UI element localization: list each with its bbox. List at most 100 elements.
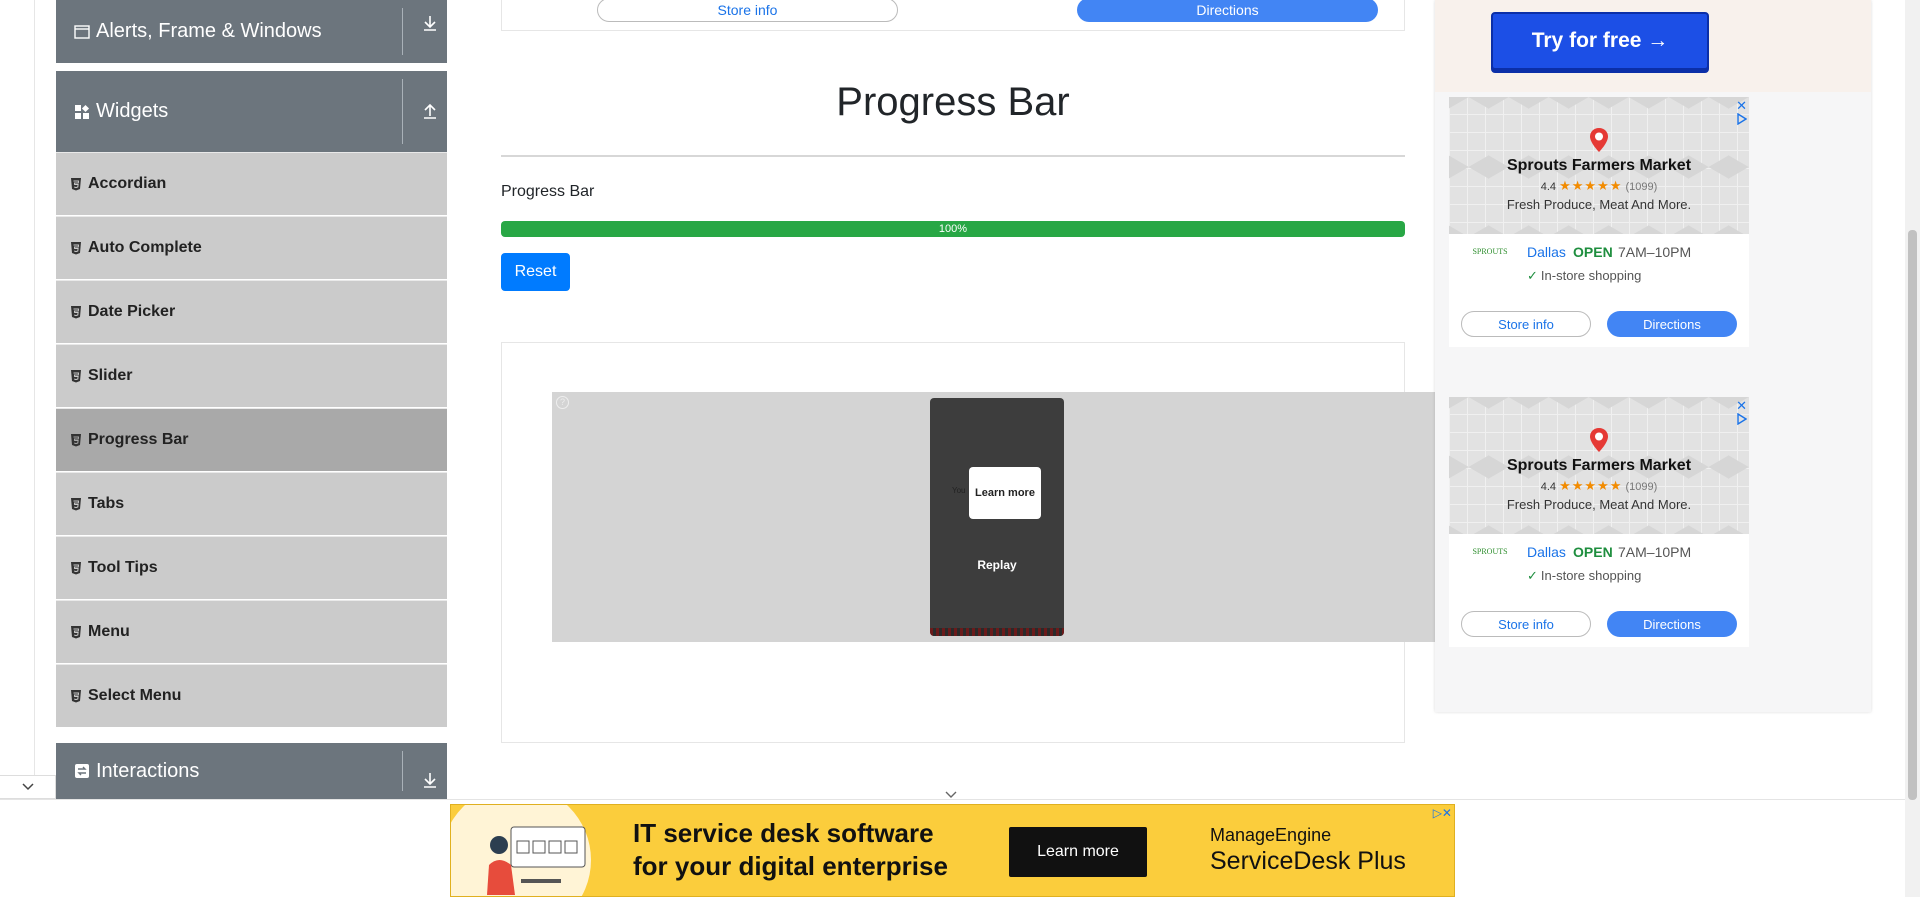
download-icon[interactable] — [421, 771, 439, 789]
star-rating-icon: ★★★★★ — [1559, 178, 1623, 193]
adchoices-icon[interactable] — [1737, 413, 1747, 425]
sidebar-item-label: Auto Complete — [88, 239, 202, 256]
sidebar-item-label: Menu — [88, 623, 130, 640]
html5-icon — [71, 242, 81, 255]
group-separator — [402, 8, 403, 55]
rating-value: 4.4 — [1540, 181, 1557, 193]
html5-icon — [71, 690, 81, 703]
interactions-icon — [74, 763, 90, 779]
sidebar-item-date-picker[interactable]: Date Picker — [56, 280, 447, 344]
store-tagline: Fresh Produce, Meat And More. — [1506, 497, 1692, 512]
right-ad-column: Try for free → ✕ Sprouts Farmers Market … — [1435, 0, 1871, 712]
sidebar-item-label: Progress Bar — [88, 431, 189, 448]
html5-icon — [71, 178, 81, 191]
store-logo: SPROUTS — [1472, 547, 1508, 556]
video-progress-strip — [930, 628, 1064, 636]
html5-icon — [71, 626, 81, 639]
html5-icon — [71, 434, 81, 447]
close-ad-icon[interactable]: ✕ — [1736, 398, 1747, 414]
chevron-down-icon — [21, 783, 34, 791]
bottom-banner-ad[interactable]: IT service desk software for your digital… — [450, 804, 1455, 897]
page-title: Progress Bar — [836, 80, 1070, 124]
title-divider — [501, 155, 1405, 157]
scrollbar-thumb[interactable] — [1908, 230, 1917, 800]
learn-more-button[interactable]: Learn more — [969, 467, 1041, 519]
group-label: Alerts, Frame & Windows — [96, 20, 322, 42]
video-caption: You — [952, 486, 966, 495]
store-info-button[interactable]: Store info — [1461, 611, 1591, 637]
adchoices-icon[interactable] — [1737, 113, 1747, 125]
store-info-button[interactable]: Store info — [1461, 311, 1591, 337]
store-status: OPEN — [1573, 544, 1613, 560]
group-alerts-frame-windows[interactable]: Alerts, Frame & Windows — [56, 0, 447, 63]
feature-label: In-store shopping — [1540, 568, 1642, 583]
rating-row: 4.4 ★★★★★ (1099) — [1449, 478, 1749, 494]
map-pin-icon — [1590, 128, 1608, 152]
store-hours: 7AM–10PM — [1618, 244, 1692, 260]
check-icon: ✓ — [1527, 268, 1538, 283]
collapse-ad-button[interactable] — [0, 775, 56, 799]
banner-brand: ManageEngine — [1210, 825, 1332, 845]
html5-icon — [71, 306, 81, 319]
rating-count: (1099) — [1625, 481, 1658, 493]
store-card[interactable]: ✕ Sprouts Farmers Market 4.4 ★★★★★ (1099… — [1449, 97, 1749, 347]
sidebar-item-tool-tips[interactable]: Tool Tips — [56, 536, 447, 600]
widgets-items: Accordian Auto Complete Date Picker Slid… — [56, 152, 447, 728]
page: Alerts, Frame & Windows Widgets Accordia… — [0, 0, 1920, 897]
sidebar-item-menu[interactable]: Menu — [56, 600, 447, 664]
check-icon: ✓ — [1527, 568, 1538, 583]
feature-label: In-store shopping — [1540, 268, 1642, 283]
directions-button[interactable]: Directions — [1607, 611, 1737, 637]
helpdesk-illustration-icon — [487, 826, 586, 895]
store-name: Sprouts Farmers Market — [1506, 457, 1692, 474]
html5-icon — [71, 370, 81, 383]
video-ad: ? You Learn more Replay — [552, 392, 1435, 642]
sidebar-item-label: Date Picker — [88, 303, 176, 320]
info-icon[interactable]: ? — [556, 396, 569, 409]
sidebar-item-select-menu[interactable]: Select Menu — [56, 664, 447, 728]
rating-row: 4.4 ★★★★★ (1099) — [1449, 178, 1749, 194]
store-card[interactable]: ✕ Sprouts Farmers Market 4.4 ★★★★★ (1099… — [1449, 397, 1749, 647]
reset-button[interactable]: Reset — [501, 253, 570, 291]
page-scrollbar[interactable] — [1905, 0, 1920, 897]
progress-bar-fill: 100% — [501, 221, 1405, 237]
download-icon[interactable] — [421, 14, 439, 32]
banner-product: ServiceDesk Plus — [1210, 847, 1406, 875]
store-status: OPEN — [1573, 244, 1613, 260]
top-ad-card: Store info Directions — [501, 0, 1405, 31]
banner-headline-line1: IT service desk software — [633, 818, 934, 848]
group-interactions[interactable]: Interactions — [56, 743, 447, 799]
rating-value: 4.4 — [1540, 481, 1557, 493]
sidebar-item-progress-bar[interactable]: Progress Bar — [56, 408, 447, 472]
try-banner: Try for free → — [1435, 0, 1871, 92]
html5-icon — [71, 562, 81, 575]
group-separator — [402, 751, 403, 791]
group-separator — [402, 79, 403, 144]
store-logo: SPROUTS — [1472, 247, 1508, 256]
left-divider — [34, 0, 35, 775]
upload-icon[interactable] — [421, 102, 439, 120]
directions-button[interactable]: Directions — [1077, 0, 1378, 22]
sidebar-item-slider[interactable]: Slider — [56, 344, 447, 408]
close-ad-icon[interactable]: ✕ — [1736, 98, 1747, 114]
store-hours: 7AM–10PM — [1618, 544, 1692, 560]
banner-headline-line2: for your digital enterprise — [633, 851, 948, 881]
window-icon — [74, 24, 90, 40]
close-ad-icon[interactable]: ▷✕ — [1433, 806, 1452, 820]
banner-learn-more-button[interactable]: Learn more — [1009, 827, 1147, 877]
sidebar-item-accordian[interactable]: Accordian — [56, 152, 447, 216]
rating-count: (1099) — [1625, 181, 1658, 193]
store-feature: ✓ In-store shopping — [1527, 568, 1641, 584]
sidebar-item-auto-complete[interactable]: Auto Complete — [56, 216, 447, 280]
map-pin-icon — [1590, 428, 1608, 452]
store-info-button[interactable]: Store info — [597, 0, 898, 22]
group-label: Widgets — [96, 100, 169, 122]
directions-button[interactable]: Directions — [1607, 311, 1737, 337]
replay-button[interactable]: Replay — [930, 558, 1064, 572]
try-for-free-button[interactable]: Try for free → — [1491, 12, 1709, 70]
sidebar-item-label: Slider — [88, 367, 133, 384]
banner-headline: IT service desk software for your digital… — [633, 817, 948, 883]
sidebar-item-tabs[interactable]: Tabs — [56, 472, 447, 536]
group-widgets[interactable]: Widgets — [56, 71, 447, 152]
sidebar-item-label: Tabs — [88, 495, 125, 512]
